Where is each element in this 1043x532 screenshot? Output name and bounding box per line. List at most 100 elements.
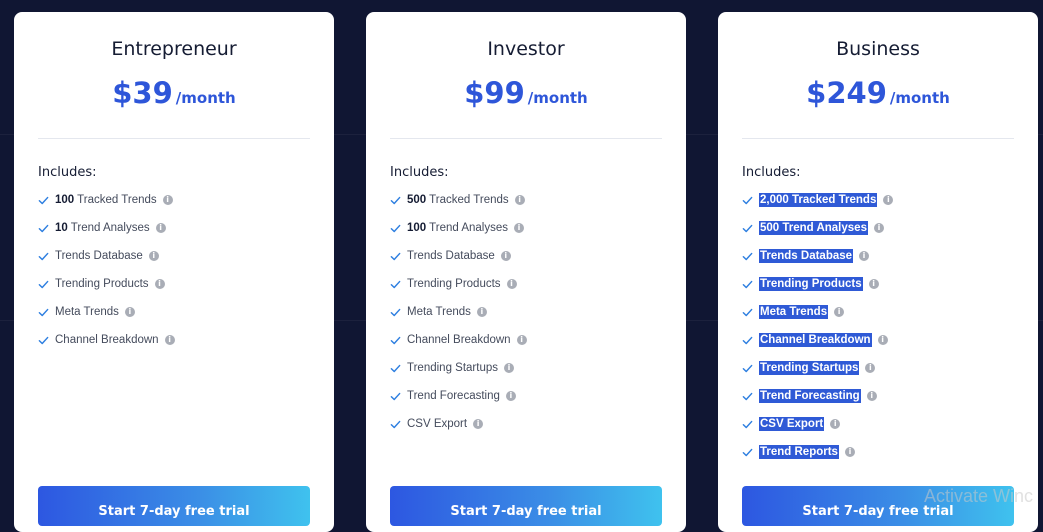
feature-quantity: 100 bbox=[55, 194, 75, 206]
info-icon[interactable]: i bbox=[162, 195, 173, 205]
check-icon bbox=[742, 448, 753, 456]
feature-item: 10 Trend Analyses i bbox=[38, 214, 175, 242]
feature-label: Channel Breakdown bbox=[407, 334, 511, 346]
info-icon[interactable]: i bbox=[844, 447, 855, 457]
check-icon bbox=[390, 196, 401, 204]
feature-list: 2,000 Tracked Trends i 500 Trend Analyse… bbox=[742, 186, 894, 466]
check-icon bbox=[390, 280, 401, 288]
feature-item: Meta Trends i bbox=[38, 298, 175, 326]
feature-text: Trending Products bbox=[55, 278, 149, 290]
feature-text: 100 Tracked Trends bbox=[55, 194, 157, 206]
check-icon bbox=[742, 392, 753, 400]
feature-item: Trends Database i bbox=[742, 242, 893, 270]
info-icon[interactable]: i bbox=[830, 419, 841, 429]
info-icon[interactable]: i bbox=[868, 279, 879, 289]
activation-watermark: Activate Winc bbox=[924, 486, 1034, 506]
feature-text: Trends Database bbox=[407, 250, 495, 262]
feature-text: Trending Products bbox=[407, 278, 501, 290]
pricing-card-entrepreneur: Entrepreneur $39/month Includes: 100 Tra… bbox=[14, 12, 334, 532]
feature-label: Trending Startups bbox=[407, 362, 498, 374]
info-icon[interactable]: i bbox=[877, 335, 888, 345]
check-icon bbox=[38, 280, 49, 288]
feature-label: CSV Export bbox=[407, 418, 468, 430]
feature-text: Trend Forecasting bbox=[407, 390, 500, 402]
feature-label: Trend Forecasting bbox=[407, 390, 500, 402]
feature-text: 100 Trend Analyses bbox=[407, 222, 508, 234]
feature-item: Trending Startups i bbox=[742, 354, 893, 382]
divider bbox=[390, 138, 662, 139]
info-icon[interactable]: i bbox=[505, 391, 516, 401]
feature-item: Trending Products i bbox=[390, 270, 527, 298]
start-trial-button[interactable]: Start 7-day free trial bbox=[390, 486, 662, 526]
info-icon[interactable]: i bbox=[476, 307, 487, 317]
feature-label: Meta Trends bbox=[760, 306, 828, 318]
feature-item: Meta Trends i bbox=[742, 298, 893, 326]
feature-label: Trends Database bbox=[55, 250, 143, 262]
start-trial-button[interactable]: Start 7-day free trial bbox=[38, 486, 310, 526]
feature-text: 500 Tracked Trends bbox=[407, 194, 509, 206]
feature-label: Trends Database bbox=[760, 250, 853, 262]
feature-text: 2,000 Tracked Trends bbox=[759, 193, 878, 207]
info-icon[interactable]: i bbox=[834, 307, 845, 317]
feature-item: Trend Forecasting i bbox=[742, 382, 893, 410]
feature-text: 500 Trend Analyses bbox=[759, 221, 868, 235]
info-icon[interactable]: i bbox=[124, 307, 135, 317]
feature-item: 500 Tracked Trends i bbox=[390, 186, 527, 214]
feature-item: Trending Startups i bbox=[390, 354, 527, 382]
feature-text: Channel Breakdown bbox=[407, 334, 511, 346]
info-icon[interactable]: i bbox=[503, 363, 514, 373]
feature-label: Meta Trends bbox=[407, 306, 471, 318]
info-icon[interactable]: i bbox=[873, 223, 884, 233]
check-icon bbox=[38, 196, 49, 204]
feature-item: Meta Trends i bbox=[390, 298, 527, 326]
feature-item: 100 Trend Analyses i bbox=[390, 214, 527, 242]
check-icon bbox=[38, 252, 49, 260]
feature-item: 2,000 Tracked Trends i bbox=[742, 186, 894, 214]
info-icon[interactable]: i bbox=[514, 223, 525, 233]
feature-item: Channel Breakdown i bbox=[38, 326, 175, 354]
info-icon[interactable]: i bbox=[865, 363, 876, 373]
check-icon bbox=[38, 336, 49, 344]
plan-period: /month bbox=[527, 89, 588, 107]
check-icon bbox=[742, 196, 753, 204]
feature-label: Trend Analyses bbox=[426, 222, 509, 234]
feature-item: Trending Products i bbox=[742, 270, 893, 298]
info-icon[interactable]: i bbox=[859, 251, 870, 261]
feature-label: Channel Breakdown bbox=[55, 334, 159, 346]
feature-text: Meta Trends bbox=[759, 305, 829, 319]
check-icon bbox=[742, 224, 753, 232]
feature-text: CSV Export bbox=[759, 417, 825, 431]
feature-text: Trends Database bbox=[759, 249, 854, 263]
check-icon bbox=[742, 364, 753, 372]
info-icon[interactable]: i bbox=[473, 419, 484, 429]
plan-name: Entrepreneur bbox=[111, 38, 237, 60]
feature-quantity: 500 bbox=[407, 194, 427, 206]
feature-item: CSV Export i bbox=[742, 410, 893, 438]
info-icon[interactable]: i bbox=[514, 195, 525, 205]
info-icon[interactable]: i bbox=[866, 391, 877, 401]
check-icon bbox=[390, 392, 401, 400]
divider bbox=[38, 138, 310, 139]
feature-item: Channel Breakdown i bbox=[742, 326, 893, 354]
feature-item: Channel Breakdown i bbox=[390, 326, 527, 354]
info-icon[interactable]: i bbox=[164, 335, 175, 345]
info-icon[interactable]: i bbox=[148, 251, 159, 261]
check-icon bbox=[38, 224, 49, 232]
info-icon[interactable]: i bbox=[506, 279, 517, 289]
info-icon[interactable]: i bbox=[154, 279, 165, 289]
pricing-card-business: Business $249/month Includes: 2,000 Trac… bbox=[718, 12, 1038, 532]
plan-period: /month bbox=[175, 89, 236, 107]
includes-label: Includes: bbox=[390, 165, 449, 180]
feature-label: Meta Trends bbox=[55, 306, 119, 318]
info-icon[interactable]: i bbox=[883, 195, 894, 205]
feature-list: 100 Tracked Trends i 10 Trend Analyses i… bbox=[38, 186, 175, 354]
feature-quantity: 2,000 bbox=[760, 194, 789, 206]
feature-text: Trending Products bbox=[759, 277, 863, 291]
info-icon[interactable]: i bbox=[516, 335, 527, 345]
info-icon[interactable]: i bbox=[155, 223, 166, 233]
info-icon[interactable]: i bbox=[500, 251, 511, 261]
feature-label: Trending Products bbox=[407, 278, 501, 290]
price-row: $39/month bbox=[14, 76, 334, 110]
feature-label: Tracked Trends bbox=[74, 194, 157, 206]
plan-price: $39 bbox=[112, 76, 173, 110]
